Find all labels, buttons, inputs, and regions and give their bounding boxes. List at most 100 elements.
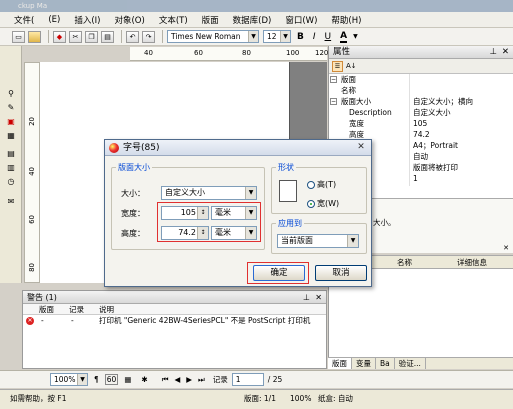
column-header-record[interactable]: 记录 bbox=[69, 304, 84, 315]
font-size-select[interactable]: 12 ▼ bbox=[263, 30, 291, 43]
undo-icon[interactable]: ↶ bbox=[126, 30, 139, 43]
zoom-value: 100% bbox=[54, 375, 76, 384]
property-row[interactable]: 宽度 105 bbox=[329, 118, 513, 129]
tab-variables[interactable]: 变量 bbox=[352, 358, 376, 369]
apply-to-select[interactable]: 当前版面 ▼ bbox=[277, 234, 359, 248]
pdf-icon[interactable]: ▣ bbox=[5, 116, 17, 127]
tools-icon[interactable]: ✱ bbox=[141, 375, 147, 384]
menu-window[interactable]: 窗口(W) bbox=[285, 14, 317, 26]
menu-file[interactable]: 文件( bbox=[14, 14, 34, 26]
wide-label[interactable]: 宽(W) bbox=[317, 198, 339, 209]
tall-label[interactable]: 高(T) bbox=[317, 179, 336, 190]
ruler-label: 40 bbox=[28, 167, 36, 176]
font-color-button[interactable]: A bbox=[340, 31, 348, 43]
table-icon[interactable]: ▤ bbox=[5, 148, 17, 159]
column-header-page[interactable]: 版面 bbox=[39, 304, 54, 315]
record-input[interactable]: 1 bbox=[231, 373, 264, 386]
orientation-legend: 形状 bbox=[278, 163, 294, 172]
property-value: 版面将被打印 bbox=[413, 163, 458, 172]
ok-button[interactable]: 确定 bbox=[253, 265, 305, 281]
property-name: 版面大小 bbox=[341, 97, 371, 106]
column-header-name[interactable]: 名称 bbox=[397, 256, 412, 269]
pin-icon[interactable]: ⊥ bbox=[303, 291, 310, 304]
clock-icon[interactable]: ◷ bbox=[5, 176, 17, 187]
tab-verify[interactable]: 验证... bbox=[395, 358, 426, 369]
mail-icon[interactable]: ✉ bbox=[5, 196, 17, 207]
property-name: Description bbox=[349, 108, 392, 117]
size-select[interactable]: 自定义大小 ▼ bbox=[161, 186, 257, 200]
properties-toolbar: ☰ A↓ bbox=[329, 59, 513, 74]
next-record-icon[interactable]: ▶ bbox=[186, 375, 192, 384]
chevron-down-icon: ▼ bbox=[280, 31, 290, 42]
collapse-icon[interactable]: − bbox=[330, 76, 337, 83]
status-help: 如需帮助，按 F1 bbox=[10, 394, 67, 403]
page-size-dialog: 字号(85) ✕ 版面大小 大小： 自定义大小 ▼ 宽度： 105 ↕ 毫米 ▼… bbox=[104, 139, 372, 287]
property-value: A4；Portrait bbox=[413, 141, 458, 150]
print-icon[interactable]: ◆ bbox=[53, 30, 66, 43]
menu-database[interactable]: 数据库(D) bbox=[233, 14, 272, 26]
tab-layout[interactable]: 版面 bbox=[328, 358, 352, 369]
column-header-description[interactable]: 说明 bbox=[99, 304, 114, 315]
collapse-icon[interactable]: − bbox=[330, 98, 337, 105]
ruler-label: 100 bbox=[286, 49, 300, 57]
menu-object[interactable]: 对象(O) bbox=[114, 14, 144, 26]
categorized-icon[interactable]: ☰ bbox=[332, 60, 343, 72]
zoom-icon[interactable]: ⚲ bbox=[5, 88, 17, 99]
pen-icon[interactable]: ✎ bbox=[5, 102, 17, 113]
menu-edit[interactable]: (E) bbox=[48, 15, 60, 25]
warning-description: 打印机 "Generic 42BW-4SeriesPCL" 不是 PostScr… bbox=[99, 316, 311, 325]
column-header-detail[interactable]: 详细信息 bbox=[457, 256, 487, 269]
wide-radio[interactable] bbox=[307, 200, 315, 208]
menu-layout[interactable]: 版面 bbox=[202, 14, 219, 26]
open-icon[interactable] bbox=[28, 30, 41, 43]
chevron-down-icon: ▼ bbox=[347, 235, 358, 247]
menu-help[interactable]: 帮助(H) bbox=[331, 14, 361, 26]
dialog-title-bar[interactable]: 字号(85) ✕ bbox=[105, 140, 371, 156]
ruler-label: 20 bbox=[28, 117, 36, 126]
menu-text[interactable]: 文本(T) bbox=[159, 14, 188, 26]
chevron-down-icon[interactable]: ▼ bbox=[353, 33, 358, 40]
sort-alpha-icon[interactable]: A↓ bbox=[346, 62, 357, 70]
toolbar-separator bbox=[48, 30, 49, 43]
underline-button[interactable]: U bbox=[325, 32, 332, 42]
zoom-select[interactable]: 100% ▼ bbox=[50, 373, 88, 386]
property-row[interactable]: Description 自定义大小 bbox=[329, 107, 513, 118]
property-row[interactable]: − 版面大小 自定义大小；横向 bbox=[329, 96, 513, 107]
property-name: 版面 bbox=[341, 75, 356, 84]
warnings-title-bar: 警告 (1) ⊥ ✕ bbox=[23, 291, 326, 304]
copy-icon[interactable]: ❐ bbox=[85, 30, 98, 43]
apply-to-value: 当前版面 bbox=[281, 236, 313, 245]
cancel-button[interactable]: 取消 bbox=[315, 265, 367, 281]
new-icon[interactable]: ▭ bbox=[12, 30, 25, 43]
last-record-icon[interactable]: ⏭ bbox=[198, 375, 205, 385]
cut-icon[interactable]: ✂ bbox=[69, 30, 82, 43]
chevron-down-icon: ▼ bbox=[248, 31, 258, 42]
property-row[interactable]: − 版面 bbox=[329, 74, 513, 85]
table-row[interactable]: ✕ - - 打印机 "Generic 42BW-4SeriesPCL" 不是 P… bbox=[23, 315, 326, 327]
paragraph-icon[interactable]: ¶ bbox=[94, 375, 99, 384]
width-label: 宽度： bbox=[121, 209, 145, 218]
menu-insert[interactable]: 插入(I) bbox=[74, 14, 100, 26]
first-record-icon[interactable]: ⏮ bbox=[162, 375, 169, 385]
pin-icon[interactable]: ⊥ bbox=[490, 46, 497, 59]
prev-record-icon[interactable]: ◀ bbox=[174, 375, 180, 384]
description-text: 大小。 bbox=[373, 218, 396, 227]
chevron-down-icon: ▼ bbox=[77, 374, 87, 385]
close-icon[interactable]: ✕ bbox=[503, 242, 509, 255]
close-icon[interactable]: ✕ bbox=[502, 46, 509, 59]
close-icon[interactable]: ✕ bbox=[355, 142, 367, 153]
redo-icon[interactable]: ↷ bbox=[142, 30, 155, 43]
italic-button[interactable]: I bbox=[313, 32, 316, 42]
barcode-icon[interactable]: ▥ bbox=[5, 162, 17, 173]
bold-button[interactable]: B bbox=[297, 32, 304, 42]
tall-radio[interactable] bbox=[307, 181, 315, 189]
field-icon[interactable]: 60 bbox=[104, 374, 119, 385]
paste-icon[interactable]: ▤ bbox=[101, 30, 114, 43]
tab-ba[interactable]: Ba bbox=[376, 358, 395, 369]
close-icon[interactable]: ✕ bbox=[315, 291, 322, 304]
grid-icon[interactable]: ▦ bbox=[124, 375, 131, 384]
font-name-select[interactable]: Times New Roman ▼ bbox=[167, 30, 259, 43]
property-row[interactable]: 名称 bbox=[329, 85, 513, 96]
ruler-label: 40 bbox=[144, 49, 153, 57]
image-icon[interactable]: ▦ bbox=[5, 130, 17, 141]
